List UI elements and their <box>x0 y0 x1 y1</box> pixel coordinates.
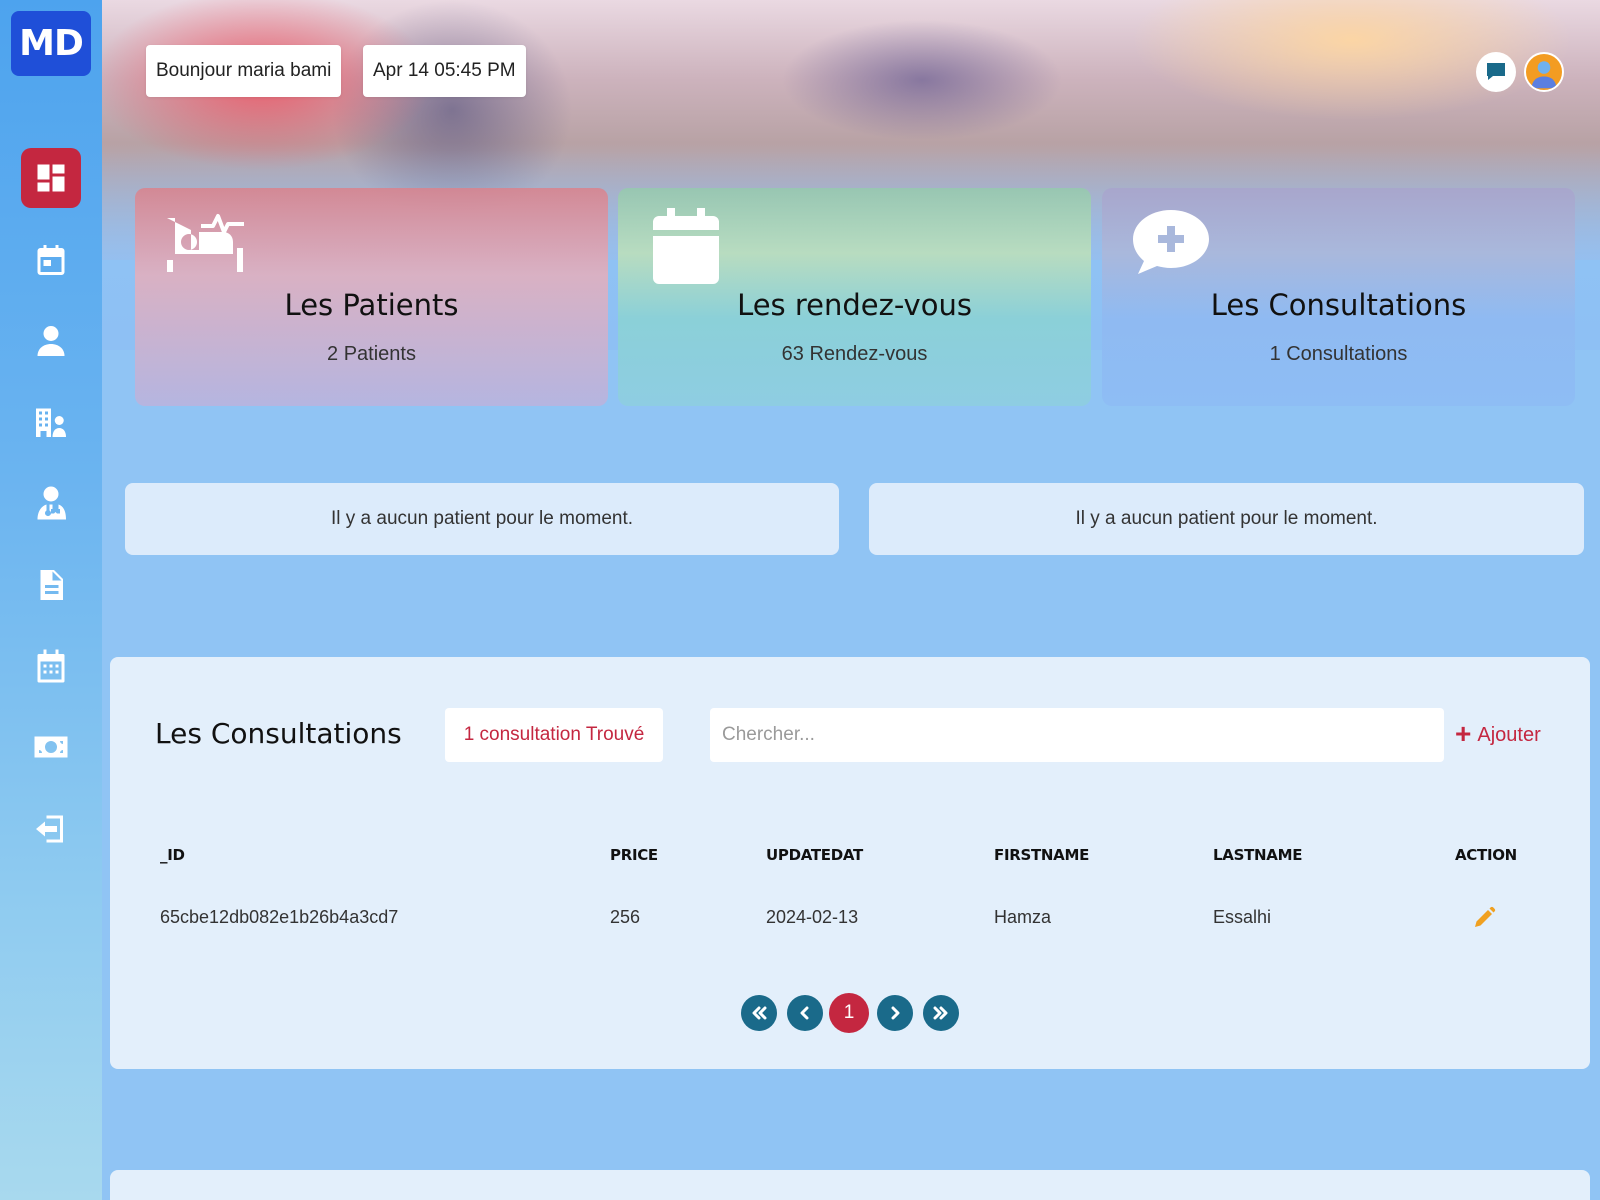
chevron-left-icon <box>800 1006 809 1020</box>
column-header[interactable]: _ID <box>160 846 185 864</box>
column-header: ACTION <box>1455 846 1517 864</box>
nav-services[interactable] <box>21 392 81 452</box>
patients-notice: Il y a aucun patient pour le moment. <box>125 483 839 555</box>
next-page-button[interactable] <box>877 995 913 1031</box>
hospital-user-icon <box>36 408 66 437</box>
logout-icon <box>36 815 63 843</box>
money-icon <box>34 736 68 758</box>
doctor-icon <box>37 486 66 520</box>
patients-notice: Il y a aucun patient pour le moment. <box>869 483 1584 555</box>
panel-title: Les Consultations <box>155 717 402 750</box>
add-button[interactable]: + Ajouter <box>1455 708 1541 762</box>
avatar-icon <box>1531 61 1557 89</box>
first-page-button[interactable] <box>741 995 777 1031</box>
last-page-button[interactable] <box>923 995 959 1031</box>
column-header[interactable]: FIRSTNAME <box>994 846 1089 864</box>
prev-page-button[interactable] <box>787 995 823 1031</box>
appointments-card[interactable]: Les rendez-vous 63 Rendez-vous <box>618 188 1091 406</box>
patients-card[interactable]: Les Patients 2 Patients <box>135 188 608 406</box>
calendar-days-icon <box>37 649 65 683</box>
app-logo: MD <box>11 11 91 76</box>
plus-icon: + <box>1455 717 1472 749</box>
search-input[interactable] <box>710 708 1444 762</box>
column-header[interactable]: UPDATEDAT <box>766 846 863 864</box>
card-title: Les Patients <box>284 288 459 322</box>
nav-dashboard[interactable] <box>21 148 81 208</box>
nav-patients[interactable] <box>21 311 81 371</box>
chevron-right-icon <box>891 1006 900 1020</box>
comment-medical-icon <box>1133 210 1209 274</box>
consultations-panel: Les Consultations 1 consultation Trouvé … <box>110 657 1590 1069</box>
card-title: Les rendez-vous <box>737 288 972 322</box>
card-subtitle: 63 Rendez-vous <box>781 343 928 365</box>
cell-price: 256 <box>610 907 641 927</box>
avatar[interactable] <box>1524 52 1564 92</box>
cell-lastname: Essalhi <box>1213 907 1272 927</box>
page-number-button[interactable]: 1 <box>829 993 869 1033</box>
cell-id: 65cbe12db082e1b26b4a3cd7 <box>160 907 399 927</box>
calendar-icon <box>653 208 719 284</box>
bed-pulse-icon <box>167 214 244 272</box>
nav-logout[interactable] <box>21 799 81 859</box>
double-chevron-left-icon <box>752 1006 767 1020</box>
user-icon <box>37 326 65 356</box>
nav-doctors[interactable] <box>21 473 81 533</box>
card-subtitle: 2 Patients <box>327 343 416 365</box>
consultations-card[interactable]: Les Consultations 1 Consultations <box>1102 188 1575 406</box>
secondary-panel <box>110 1170 1590 1200</box>
column-header[interactable]: PRICE <box>610 846 658 864</box>
cell-firstname: Hamza <box>994 907 1052 927</box>
nav-documents[interactable] <box>21 555 81 615</box>
chat-button[interactable] <box>1476 52 1516 92</box>
datetime-chip: Apr 14 05:45 PM <box>363 45 526 97</box>
nav-schedule[interactable] <box>21 636 81 696</box>
card-subtitle: 1 Consultations <box>1269 343 1408 365</box>
card-title: Les Consultations <box>1210 288 1467 322</box>
chat-icon <box>1487 63 1505 80</box>
add-label: Ajouter <box>1477 723 1541 746</box>
dashboard-icon <box>37 164 65 192</box>
cell-updatedat: 2024-02-13 <box>766 907 859 927</box>
edit-pencil-icon[interactable] <box>1472 906 1496 930</box>
calendar-icon <box>37 245 65 275</box>
nav-payments[interactable] <box>21 717 81 777</box>
nav-calendar[interactable] <box>21 230 81 290</box>
document-icon <box>40 570 63 600</box>
greeting-chip: Bounjour maria bami <box>146 45 342 97</box>
double-chevron-right-icon <box>933 1006 948 1020</box>
results-count-badge: 1 consultation Trouvé <box>445 708 663 762</box>
column-header[interactable]: LASTNAME <box>1213 846 1302 864</box>
sidebar: MD <box>0 0 102 1200</box>
